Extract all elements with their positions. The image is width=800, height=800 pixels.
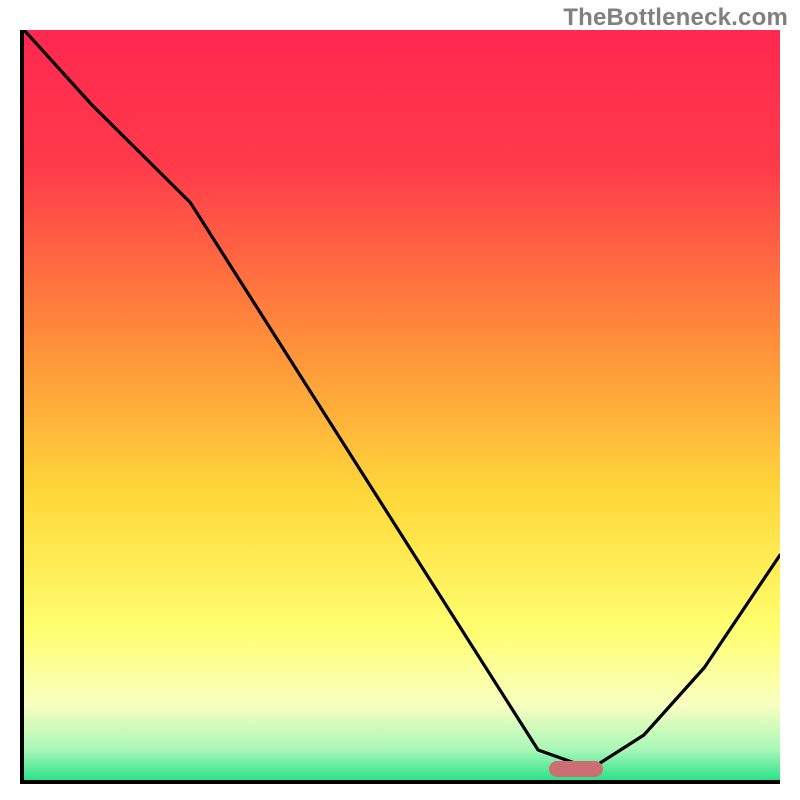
chart-container: TheBottleneck.com [0,0,800,800]
plot-frame [20,30,780,784]
plot-area [24,30,780,780]
gradient-background [24,30,780,780]
watermark-text: TheBottleneck.com [563,4,788,32]
